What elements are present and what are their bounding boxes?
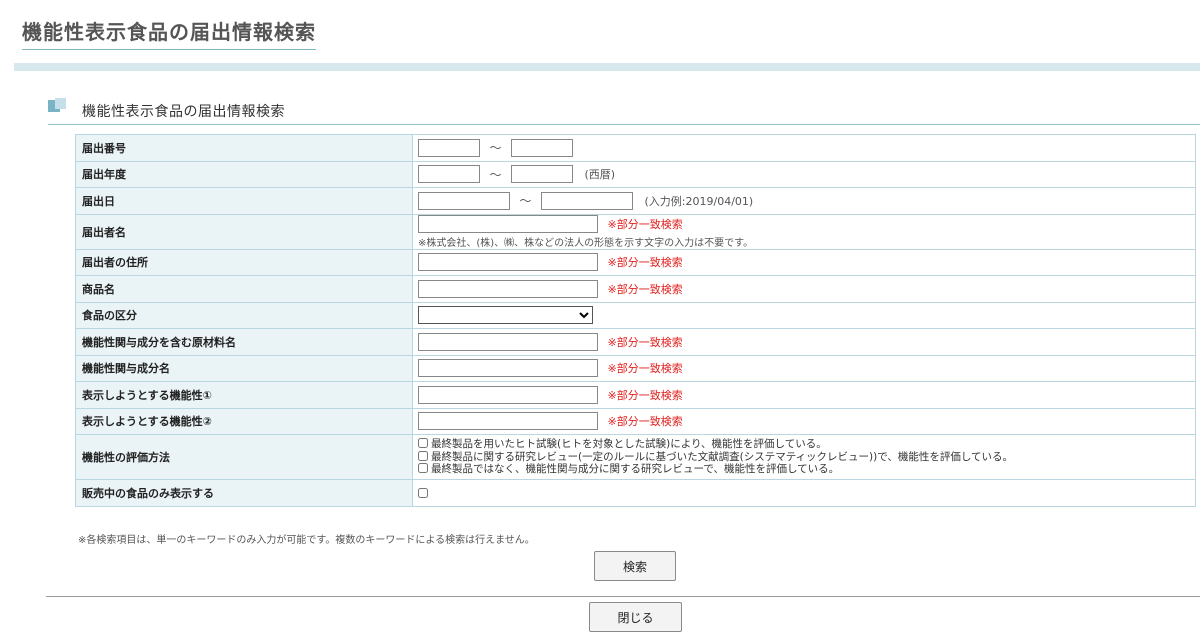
label-ingredient-name: 機能性関与成分名 — [75, 354, 413, 382]
search-footnote: ※各検索項目は、単一のキーワードのみ入力が可能です。複数のキーワードによる検索は… — [78, 535, 535, 546]
partial-match-note: ※部分一致検索 — [607, 362, 683, 376]
row-notifier-address: 届出者の住所 ※部分一致検索 — [75, 248, 1196, 276]
claim-2-input[interactable] — [418, 412, 598, 431]
label-product-name: 商品名 — [75, 275, 413, 303]
evaluation-option-3[interactable]: 最終製品ではなく、機能性関与成分に関する研究レビューで、機能性を評価している。 — [418, 463, 1189, 476]
label-evaluation-method: 機能性の評価方法 — [75, 434, 413, 480]
row-evaluation-method: 機能性の評価方法 最終製品を用いたヒト試験(ヒトを対象とした試験)により、機能性… — [75, 434, 1196, 480]
close-button[interactable]: 閉じる — [589, 602, 682, 632]
label-notification-date: 届出日 — [75, 187, 413, 215]
row-notifier-name: 届出者名 ※部分一致検索 ※株式会社、(株)、㈱、株などの法人の形態を示す文字の… — [75, 213, 1196, 250]
evaluation-option-1-checkbox[interactable] — [418, 438, 428, 449]
row-product-name: 商品名 ※部分一致検索 — [75, 275, 1196, 303]
ingredient-name-input[interactable] — [418, 359, 598, 378]
header-divider-band — [14, 63, 1200, 71]
search-button[interactable]: 検索 — [594, 551, 676, 581]
label-food-category: 食品の区分 — [75, 301, 413, 329]
section-title: 機能性表示食品の届出情報検索 — [82, 104, 285, 120]
notifier-address-input[interactable] — [418, 253, 598, 272]
label-raw-material: 機能性関与成分を含む原材料名 — [75, 328, 413, 356]
row-ingredient-name: 機能性関与成分名 ※部分一致検索 — [75, 354, 1196, 382]
partial-match-note: ※部分一致検索 — [607, 335, 683, 349]
claim-1-input[interactable] — [418, 385, 598, 404]
range-separator: ～ — [519, 194, 532, 209]
label-notification-number: 届出番号 — [75, 134, 413, 162]
bottom-divider — [46, 596, 1200, 597]
row-on-sale-only: 販売中の食品のみ表示する — [75, 479, 1196, 507]
label-notifier-name: 届出者名 — [75, 213, 413, 250]
evaluation-option-2-checkbox[interactable] — [418, 450, 428, 461]
notification-date-from-input[interactable] — [418, 191, 510, 210]
label-on-sale-only: 販売中の食品のみ表示する — [75, 479, 413, 507]
label-claim-2: 表示しようとする機能性② — [75, 407, 413, 435]
row-notification-number: 届出番号 ～ — [75, 134, 1196, 162]
product-name-input[interactable] — [418, 279, 598, 298]
year-hint: (西暦) — [584, 168, 616, 182]
section-square-icon — [48, 98, 66, 112]
row-notification-date: 届出日 ～ (入力例:2019/04/01) — [75, 187, 1196, 215]
food-category-select[interactable] — [418, 306, 593, 325]
partial-match-note: ※部分一致検索 — [607, 282, 683, 296]
partial-match-note: ※部分一致検索 — [607, 388, 683, 402]
row-claim-2: 表示しようとする機能性② ※部分一致検索 — [75, 407, 1196, 435]
notification-number-to-input[interactable] — [511, 138, 574, 157]
label-claim-1: 表示しようとする機能性① — [75, 381, 413, 409]
page-title: 機能性表示食品の届出情報検索 — [22, 16, 316, 50]
notifier-name-input[interactable] — [418, 214, 598, 233]
on-sale-only-checkbox[interactable] — [418, 488, 428, 499]
row-raw-material: 機能性関与成分を含む原材料名 ※部分一致検索 — [75, 328, 1196, 356]
row-claim-1: 表示しようとする機能性① ※部分一致検索 — [75, 381, 1196, 409]
range-separator: ～ — [489, 141, 502, 156]
evaluation-option-1[interactable]: 最終製品を用いたヒト試験(ヒトを対象とした試験)により、機能性を評価している。 — [418, 438, 1189, 451]
notifier-name-note: ※株式会社、(株)、㈱、株などの法人の形態を示す文字の入力は不要です。 — [418, 237, 754, 249]
label-notification-year: 届出年度 — [75, 160, 413, 188]
notification-date-to-input[interactable] — [541, 191, 634, 210]
notification-year-to-input[interactable] — [511, 165, 574, 184]
notification-number-from-input[interactable] — [418, 138, 480, 157]
range-separator: ～ — [489, 167, 502, 182]
notification-year-from-input[interactable] — [418, 165, 480, 184]
date-hint: (入力例:2019/04/01) — [644, 194, 754, 208]
evaluation-option-2[interactable]: 最終製品に関する研究レビュー(一定のルールに基づいた文献調査(システマティックレ… — [418, 450, 1189, 464]
raw-material-input[interactable] — [418, 332, 598, 351]
partial-match-note: ※部分一致検索 — [607, 256, 683, 270]
row-notification-year: 届出年度 ～ (西暦) — [75, 160, 1196, 188]
section-header: 機能性表示食品の届出情報検索 — [48, 96, 1200, 125]
label-notifier-address: 届出者の住所 — [75, 248, 413, 276]
partial-match-note: ※部分一致検索 — [607, 415, 683, 429]
row-food-category: 食品の区分 — [75, 301, 1196, 329]
partial-match-note: ※部分一致検索 — [607, 217, 683, 231]
evaluation-option-3-checkbox[interactable] — [418, 463, 428, 474]
search-form-table: 届出番号 ～ 届出年度 ～ (西暦) 届出日 ～ (入力例:2019/04/01… — [75, 134, 1196, 507]
